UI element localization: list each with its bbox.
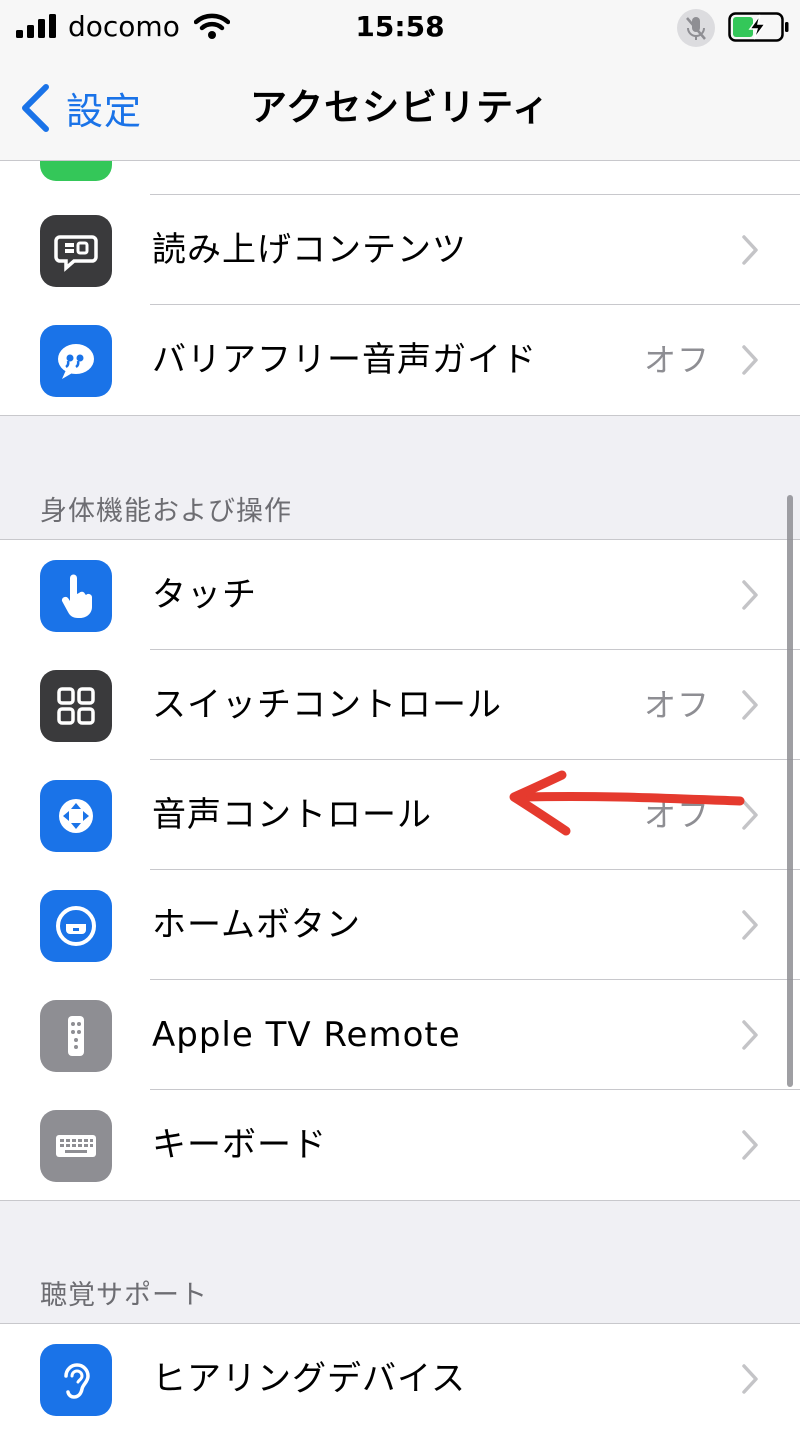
list-item-label: ヒアリングデバイス (152, 1359, 466, 1399)
chevron-right-icon (742, 1020, 758, 1050)
quote-bubble-icon (40, 325, 112, 397)
chevron-right-icon (742, 910, 758, 940)
list-item-label: キーボード (152, 1125, 327, 1165)
battery-charging-icon (728, 12, 789, 42)
speech-bubble-icon (40, 215, 112, 287)
section-header-hearing: 聴覚サポート (40, 1280, 208, 1311)
chevron-right-icon (742, 345, 758, 375)
list-item-audio-descriptions[interactable]: バリアフリー音声ガイド オフ (0, 305, 800, 415)
list-item-label: バリアフリー音声ガイド (152, 340, 537, 380)
accessibility-feature-icon (40, 161, 112, 181)
grid-icon (40, 670, 112, 742)
ear-icon (40, 1344, 112, 1416)
list-item-value: オフ (643, 686, 710, 724)
home-button-icon (40, 890, 112, 962)
status-bar: docomo 15:58 (0, 0, 800, 56)
list-item-keyboards[interactable]: キーボード (0, 1090, 800, 1200)
list-item-label: タッチ (152, 575, 257, 615)
list-item-label: スイッチコントロール (152, 685, 502, 725)
list-item-label: 音声コントロール (152, 795, 432, 835)
keyboard-icon (40, 1110, 112, 1182)
chevron-right-icon (742, 1130, 758, 1160)
navigation-bar: 設定 アクセシビリティ (0, 56, 800, 161)
list-item-hearing-devices[interactable]: ヒアリングデバイス (0, 1324, 800, 1434)
list-item-touch[interactable]: タッチ (0, 540, 800, 650)
chevron-right-icon (742, 580, 758, 610)
list-item-home-button[interactable]: ホームボタン (0, 870, 800, 980)
partial-row-group (0, 161, 800, 195)
chevron-right-icon (742, 690, 758, 720)
list-item-label: ホームボタン (152, 905, 361, 945)
remote-icon (40, 1000, 112, 1072)
section-header-physical-motor: 身体機能および操作 (40, 496, 292, 527)
list-group-speech: 読み上げコンテンツ バリアフリー音声ガイド オフ (0, 195, 800, 416)
list-item-apple-tv-remote[interactable]: Apple TV Remote (0, 980, 800, 1090)
list-item-switch-control[interactable]: スイッチコントロール オフ (0, 650, 800, 760)
mic-muted-icon (677, 9, 715, 47)
list-group-hearing: ヒアリングデバイス (0, 1323, 800, 1434)
voice-control-icon (40, 780, 112, 852)
chevron-right-icon (742, 1364, 758, 1394)
page-title: アクセシビリティ (250, 86, 550, 129)
list-item-speak-screen[interactable]: 読み上げコンテンツ (0, 195, 800, 305)
annotation-arrow-icon (509, 770, 745, 836)
chevron-right-icon (742, 235, 758, 265)
scroll-indicator[interactable] (787, 495, 793, 1087)
list-group-physical-motor: タッチ スイッチコントロール オフ 音声コントロール オフ ホームボタン App… (0, 539, 800, 1201)
hand-icon (40, 560, 112, 632)
list-item-label: Apple TV Remote (152, 1015, 461, 1055)
list-item-value: オフ (643, 341, 710, 379)
list-item-label: 読み上げコンテンツ (152, 230, 467, 270)
